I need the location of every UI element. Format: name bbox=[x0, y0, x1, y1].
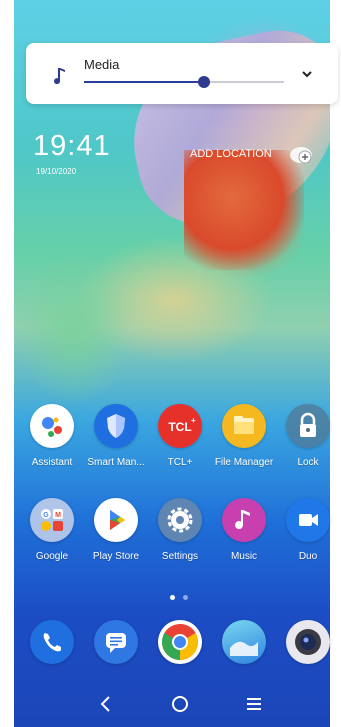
page-dot-active bbox=[170, 595, 175, 600]
recents-icon[interactable] bbox=[242, 692, 266, 716]
dock-camera[interactable] bbox=[274, 620, 341, 664]
app-label: Settings bbox=[161, 551, 199, 562]
volume-fill bbox=[84, 81, 204, 83]
dock-phone[interactable] bbox=[18, 620, 86, 664]
app-assistant[interactable]: Assistant bbox=[18, 404, 86, 468]
back-icon[interactable] bbox=[94, 692, 118, 716]
svg-text:TCL: TCL bbox=[168, 420, 191, 434]
google-assistant-icon bbox=[30, 404, 74, 448]
gallery-icon bbox=[222, 620, 266, 664]
app-lock[interactable]: Lock bbox=[274, 404, 341, 468]
app-smart-manager[interactable]: Smart Man... bbox=[82, 404, 150, 468]
clock-date: 19/10/2020 bbox=[36, 167, 77, 176]
settings-icon bbox=[158, 498, 202, 542]
page-dot bbox=[183, 595, 189, 600]
add-location-button[interactable]: ADD LOCATION bbox=[190, 148, 272, 160]
app-label: TCL+ bbox=[167, 457, 193, 468]
home-screen-wallpaper bbox=[14, 0, 330, 727]
chevron-down-icon[interactable] bbox=[300, 69, 314, 79]
lock-icon bbox=[286, 404, 330, 448]
app-music[interactable]: Music bbox=[210, 498, 278, 562]
svg-text:+: + bbox=[191, 416, 196, 425]
app-label: File Manager bbox=[214, 457, 274, 468]
dock-messages[interactable] bbox=[82, 620, 150, 664]
phone-icon bbox=[30, 620, 74, 664]
messages-icon bbox=[94, 620, 138, 664]
svg-text:M: M bbox=[55, 512, 61, 519]
navigation-bar bbox=[14, 680, 330, 727]
app-label: Lock bbox=[297, 457, 319, 468]
app-play-store[interactable]: Play Store bbox=[82, 498, 150, 562]
wallpaper-shape bbox=[184, 150, 304, 270]
app-label: Smart Man... bbox=[87, 457, 145, 468]
app-label: Google bbox=[35, 551, 69, 562]
home-icon[interactable] bbox=[168, 692, 192, 716]
smart-manager-icon bbox=[94, 404, 138, 448]
clock-time[interactable]: 19:41 bbox=[33, 130, 111, 163]
music-note-icon bbox=[54, 68, 65, 85]
app-label: Assistant bbox=[31, 457, 73, 468]
play-store-icon bbox=[94, 498, 138, 542]
page-indicator bbox=[170, 587, 192, 605]
camera-icon bbox=[286, 620, 330, 664]
media-volume-panel: Media bbox=[26, 43, 338, 104]
media-label: Media bbox=[84, 57, 120, 72]
music-icon bbox=[222, 498, 266, 542]
app-tcl-plus[interactable]: TCL + TCL+ bbox=[146, 404, 214, 468]
dock-gallery[interactable] bbox=[210, 620, 278, 664]
app-file-manager[interactable]: File Manager bbox=[210, 404, 278, 468]
folder-google[interactable]: G M Google bbox=[18, 498, 86, 562]
duo-icon bbox=[286, 498, 330, 542]
app-label: Play Store bbox=[92, 551, 140, 562]
dock-chrome[interactable] bbox=[146, 620, 214, 664]
file-manager-icon bbox=[222, 404, 266, 448]
google-folder-icon: G M bbox=[30, 498, 74, 542]
app-duo[interactable]: Duo bbox=[274, 498, 341, 562]
volume-thumb[interactable] bbox=[198, 76, 210, 88]
media-volume-slider[interactable] bbox=[84, 76, 284, 88]
weather-add-icon[interactable] bbox=[287, 140, 317, 170]
chrome-icon bbox=[158, 620, 202, 664]
svg-text:G: G bbox=[43, 512, 49, 519]
app-settings[interactable]: Settings bbox=[146, 498, 214, 562]
app-label: Duo bbox=[298, 551, 318, 562]
tcl-plus-icon: TCL + bbox=[158, 404, 202, 448]
app-label: Music bbox=[230, 551, 258, 562]
